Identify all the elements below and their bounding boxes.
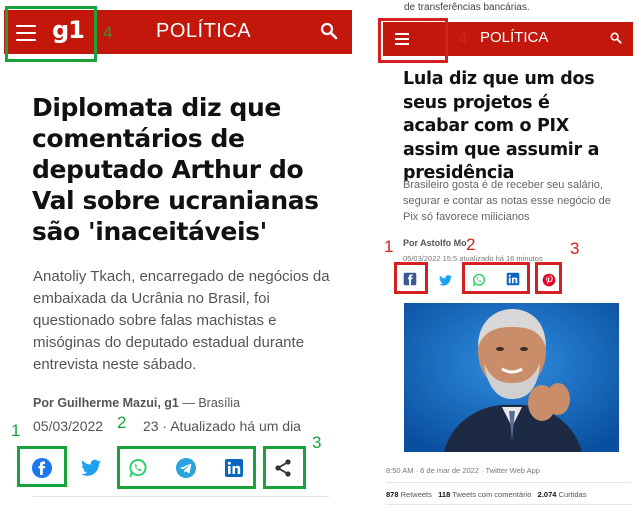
annotation-box-messaging [117, 446, 256, 489]
retweet-label: Retweets [400, 490, 432, 499]
tweet-caption: 8:50 AM · 6 de mar de 2022 · Twitter Web… [386, 466, 540, 475]
publish-date: 05/03/2022 [33, 418, 104, 434]
author-place: — Brasília [178, 396, 241, 410]
annotation-number: 2 [117, 413, 127, 432]
article-author: Por Guilherme Mazui, g1 — Brasília [33, 396, 240, 410]
article-headline: Lula diz que um dos seus projetos é acab… [403, 69, 600, 183]
section-title[interactable]: POLÍTICA [480, 29, 548, 46]
divider [33, 496, 329, 497]
article-summary: Anatoliy Tkach, encarregado de negócios … [33, 268, 330, 373]
article-headline: Diplomata diz que comentários de deputad… [32, 93, 319, 246]
like-label: Curtidas [558, 490, 587, 499]
retweet-count: 878 [386, 490, 399, 499]
article-photo [404, 303, 619, 452]
annotation-number: 3 [570, 239, 580, 258]
like-count: 2.074 [537, 490, 557, 499]
annotation-box-facebook [17, 446, 67, 487]
cut-off-text: de transferências bancárias. [404, 2, 530, 13]
author-prefix: Por [33, 396, 54, 410]
annotation-box-menu [378, 18, 448, 63]
annotation-box-messaging [462, 262, 530, 294]
search-icon[interactable] [320, 22, 338, 45]
author-name[interactable]: Guilherme Mazui, g1 [57, 396, 179, 410]
annotation-number: 1 [384, 237, 394, 256]
article-author[interactable]: Por Astolfo Mo [403, 238, 467, 248]
annotation-box-facebook [394, 262, 428, 294]
divider [386, 504, 631, 505]
annotation-number: 4 [103, 23, 113, 42]
annotation-number: 2 [466, 235, 476, 254]
article-date: 05/03/2022 23 · Atualizado há um dia [33, 418, 301, 434]
quote-label: Tweets com comentário [452, 490, 532, 499]
annotation-box-pinterest [535, 262, 562, 294]
twitter-icon[interactable] [437, 272, 453, 288]
tweet-stats: 878 Retweets 118 Tweets com comentário 2… [386, 490, 586, 499]
search-icon[interactable] [610, 31, 622, 49]
article-summary: Brasileiro gosta é de receber seu salári… [403, 179, 611, 223]
annotation-box-share [263, 446, 306, 489]
annotation-number: 4 [458, 29, 468, 48]
section-title[interactable]: POLÍTICA [156, 20, 251, 43]
quote-count: 118 [438, 490, 451, 499]
left-article-screenshot [0, 0, 365, 512]
annotation-number: 3 [312, 433, 322, 452]
twitter-icon[interactable] [80, 457, 102, 479]
update-date: 23 · Atualizado há um dia [142, 418, 301, 434]
annotation-number: 1 [11, 421, 21, 440]
annotation-box-menu [5, 6, 97, 62]
divider [386, 482, 631, 483]
